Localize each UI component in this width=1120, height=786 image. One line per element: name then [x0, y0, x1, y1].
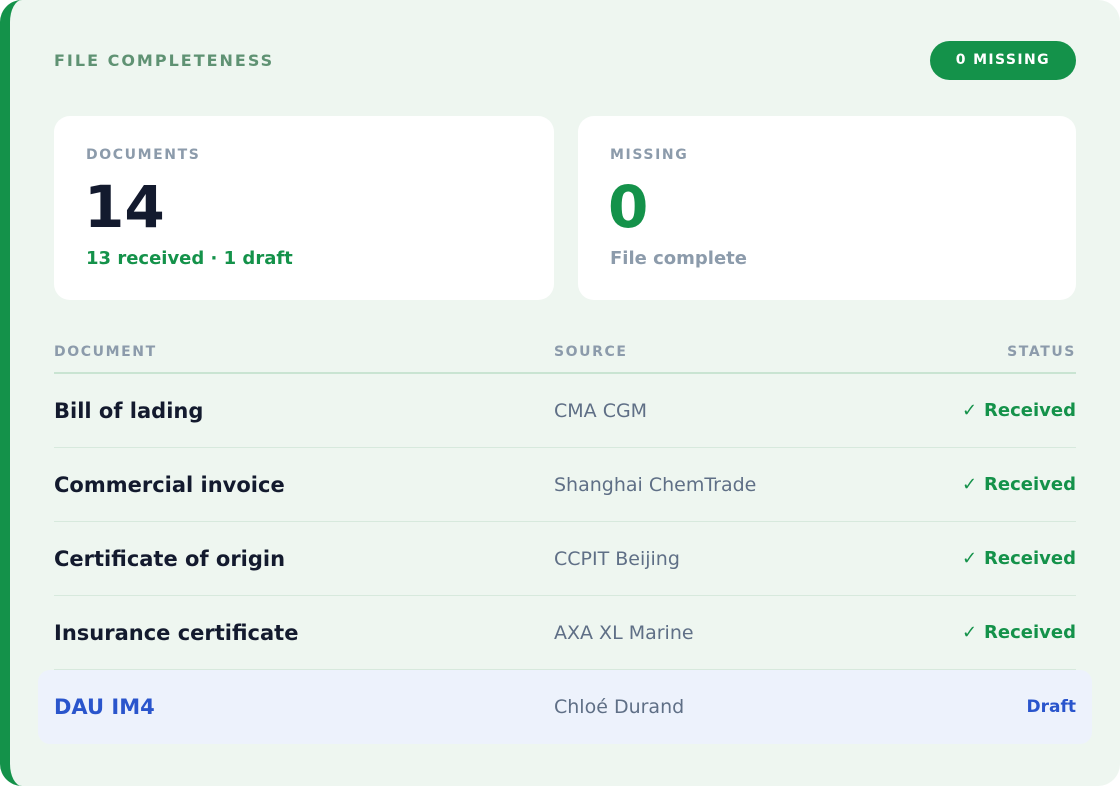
column-header-status: STATUS: [1007, 344, 1076, 360]
table-header: DOCUMENT SOURCE STATUS: [54, 332, 1076, 374]
document-name: Certificate of origin: [54, 546, 286, 571]
status-draft: Draft: [1026, 697, 1077, 717]
document-source: AXA XL Marine: [554, 621, 694, 644]
check-icon: ✓: [961, 622, 978, 643]
check-icon: ✓: [961, 548, 978, 569]
missing-label: MISSING: [610, 147, 689, 163]
missing-count-badge[interactable]: 0 MISSING: [929, 40, 1076, 80]
panel-header: FILE COMPLETENESS 0 MISSING: [54, 40, 1076, 80]
section-title: FILE COMPLETENESS: [54, 50, 275, 70]
table-row[interactable]: Insurance certificate AXA XL Marine ✓ Rec…: [54, 596, 1076, 670]
status-received: ✓ Received: [856, 622, 1076, 643]
documents-card: DOCUMENTS 14 13 received · 1 draft: [54, 116, 554, 300]
table-row-highlighted[interactable]: DAU IM4 Chloé Durand Draft: [38, 670, 1092, 744]
status-label: Received: [984, 548, 1076, 569]
check-icon: ✓: [961, 400, 978, 421]
column-header-document: DOCUMENT: [54, 344, 157, 360]
check-icon: ✓: [961, 474, 978, 495]
status-received: ✓ Received: [856, 400, 1076, 421]
missing-card: MISSING 0 File complete: [578, 116, 1076, 300]
missing-count: 0: [608, 173, 649, 241]
file-completeness-panel: FILE COMPLETENESS 0 MISSING DOCUMENTS 14…: [0, 0, 1120, 786]
documents-table: DOCUMENT SOURCE STATUS Bill of lading CM…: [38, 332, 1092, 744]
document-source: CCPIT Beijing: [554, 547, 680, 570]
table-row[interactable]: Commercial invoice Shanghai ChemTrade ✓ R…: [54, 448, 1076, 522]
documents-label: DOCUMENTS: [86, 147, 201, 163]
missing-summary: File complete: [610, 248, 747, 269]
status-received: ✓ Received: [856, 548, 1076, 569]
status-label: Received: [984, 400, 1076, 421]
table-row[interactable]: Certificate of origin CCPIT Beijing ✓ Rec…: [54, 522, 1076, 596]
documents-summary: 13 received · 1 draft: [86, 248, 293, 269]
documents-count: 14: [84, 173, 165, 241]
document-name: Commercial invoice: [54, 472, 285, 497]
table-row[interactable]: Bill of lading CMA CGM ✓ Received: [54, 374, 1076, 448]
document-name-link[interactable]: DAU IM4: [54, 695, 554, 719]
document-name: Bill of lading: [54, 398, 204, 423]
document-name: Insurance certificate: [54, 620, 299, 645]
status-received: ✓ Received: [856, 474, 1076, 495]
status-label: Received: [984, 474, 1076, 495]
document-source: Shanghai ChemTrade: [554, 473, 757, 496]
document-source: Chloé Durand: [554, 696, 685, 718]
status-label: Received: [984, 622, 1076, 643]
column-header-source: SOURCE: [554, 344, 628, 360]
document-source: CMA CGM: [554, 399, 648, 422]
